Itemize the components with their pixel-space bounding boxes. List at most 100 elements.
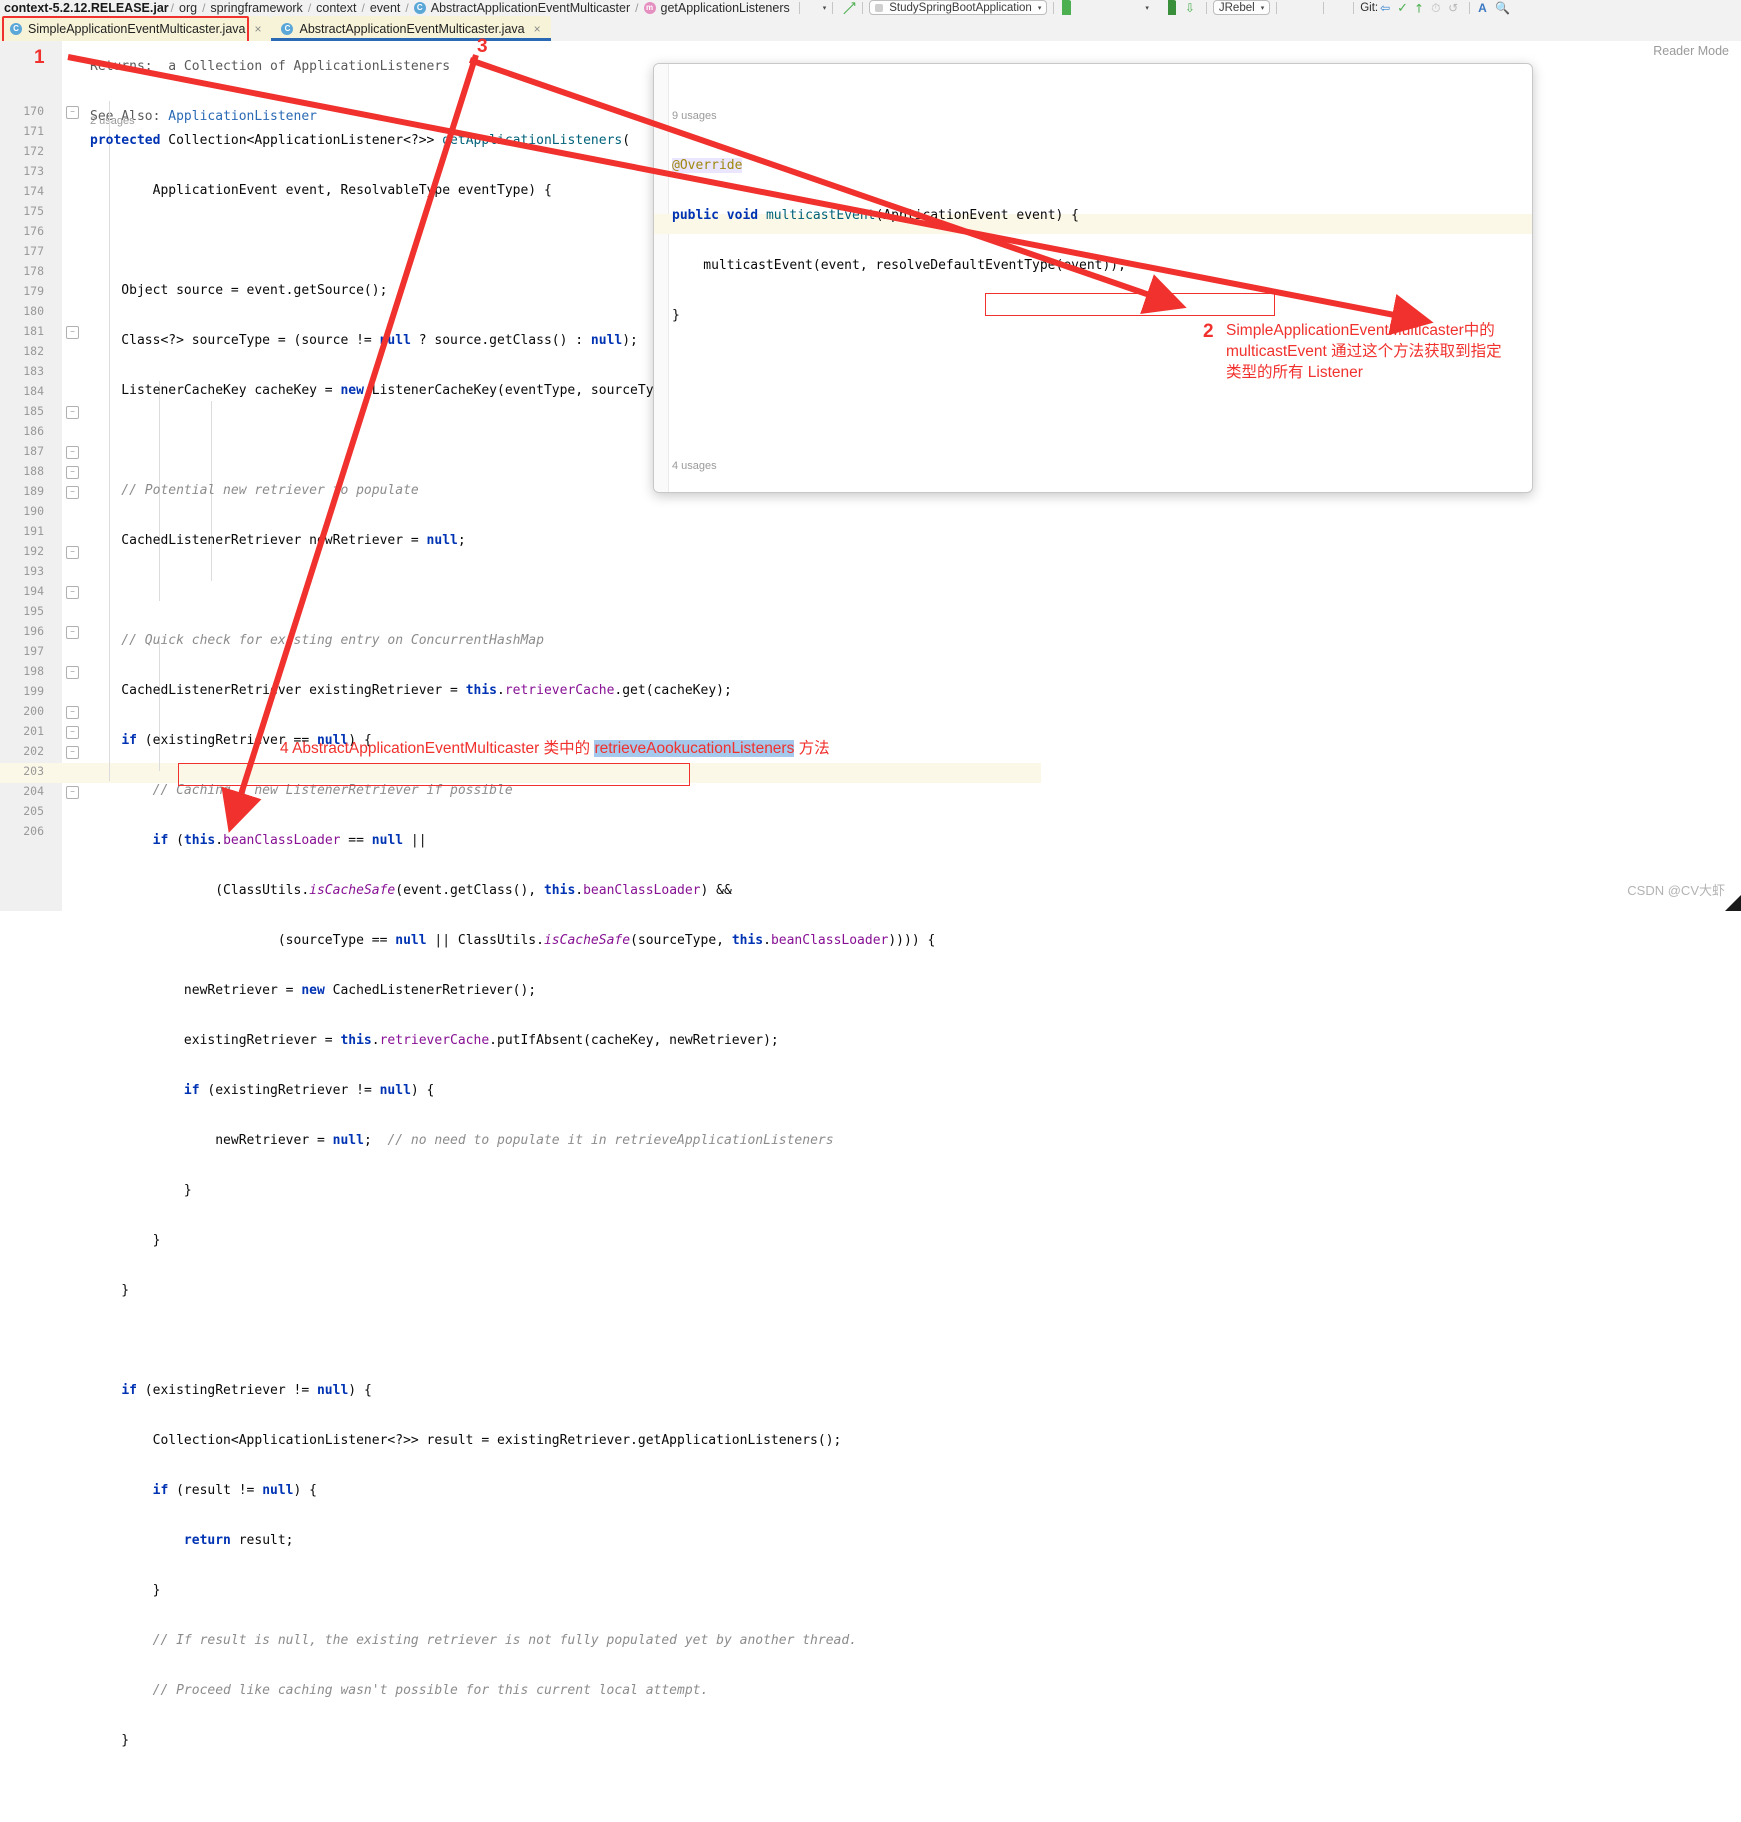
chevron-down-icon: ▾ [1037,4,1042,12]
breadcrumb-item-method[interactable]: m getApplicationListeners [641,1,793,15]
line-number: 175 [23,204,44,218]
line-number: 199 [23,684,44,698]
breadcrumb-item-event[interactable]: event [367,1,404,15]
run-configuration-selector[interactable]: StudySpringBootApplication ▾ [869,0,1048,15]
line-number: 188 [23,464,44,478]
translate-icon[interactable]: A [1478,1,1491,15]
jrebel-console-icon[interactable] [1332,1,1345,14]
annotation-text-4-post: 方法 [794,740,830,757]
toolbar-divider [798,1,800,14]
search-icon[interactable]: 🔍 [1495,1,1510,15]
git-update-icon[interactable]: ⇦ [1380,1,1393,15]
line-number: 195 [23,604,44,618]
fold-marker-icon[interactable]: − [66,626,79,639]
code-line: if (this.beanClassLoader == null || [152,833,427,848]
line-number: 194 [23,584,44,598]
breadcrumb-item-class[interactable]: C AbstractApplicationEventMulticaster [411,1,633,15]
git-rollback-icon[interactable]: ↺ [1448,1,1461,15]
debug-icon[interactable] [1079,1,1092,14]
line-number: 197 [23,644,44,658]
chevron-down-icon[interactable]: ▾ [1145,4,1149,12]
annotation-number-4: 4 [280,740,289,757]
fold-marker-icon[interactable]: − [66,666,79,679]
breadcrumb-separator: / [307,0,312,15]
line-number: 174 [23,184,44,198]
close-icon[interactable]: × [534,22,541,36]
popup-usages-hint-1[interactable]: 9 usages [672,106,1408,126]
fold-marker-icon[interactable]: − [66,406,79,419]
code-line: newRetriever = new CachedListenerRetriev… [90,983,537,998]
jrebel-run-icon[interactable] [1151,1,1164,14]
annotation-text-4-pre: AbstractApplicationEventMulticaster 类中的 [292,740,595,757]
build-hammer-icon[interactable]: ⟶ [838,0,860,15]
git-label: Git: [1360,1,1379,14]
annotation-text-2: SimpleApplicationEventMulticaster中的 mult… [1226,320,1556,383]
fold-marker-icon[interactable]: − [66,546,79,559]
line-number: 186 [23,424,44,438]
line-number: 178 [23,264,44,278]
attach-process-icon[interactable]: ⇩ [1185,1,1198,15]
class-icon: C [413,1,426,14]
chevron-down-icon[interactable]: ▾ [823,4,827,12]
jrebel-selector[interactable]: JRebel ▾ [1212,0,1271,15]
breadcrumb-jar[interactable]: context-5.2.12.RELEASE.jar [0,1,169,15]
breadcrumb-item-org[interactable]: org [176,1,200,15]
line-number: 204 [23,784,44,798]
fold-marker-icon[interactable]: − [66,586,79,599]
breadcrumb-separator: / [170,0,174,15]
fold-marker-icon[interactable]: − [66,706,79,719]
line-number: 180 [23,304,44,318]
breadcrumb-separator: / [635,0,639,15]
code-line: } [90,1283,130,1298]
run-icon[interactable] [1062,0,1075,15]
popup-code-text[interactable]: 9 usages @Override public void multicast… [672,76,1408,492]
fold-marker-icon[interactable]: − [66,466,79,479]
profile-icon[interactable] [1113,1,1126,14]
git-history-icon[interactable]: ⏱ [1431,1,1444,15]
git-push-icon[interactable]: ↗ [1410,0,1427,15]
reader-mode-label[interactable]: Reader Mode [1653,44,1729,58]
popup-usages-hint-2[interactable]: 4 usages [672,456,1408,476]
line-number: 179 [23,284,44,298]
breadcrumb-separator: / [361,0,365,15]
line-number: 181 [23,324,44,338]
toolbar-divider [1469,1,1471,14]
pause-icon[interactable] [1302,1,1315,14]
stop-icon[interactable] [1285,1,1298,14]
run-with-coverage-icon[interactable] [1096,1,1109,14]
fold-marker-icon[interactable]: − [66,326,79,339]
fold-marker-icon[interactable]: − [66,486,79,499]
method-icon: m [643,1,656,14]
breadcrumb-item-springframework[interactable]: springframework [207,1,305,15]
code-line: (sourceType == null || ClassUtils.isCach… [90,933,936,948]
jrebel-debug-icon[interactable] [1167,0,1181,15]
git-commit-icon[interactable]: ✓ [1397,1,1410,14]
method-preview-popup[interactable]: 9 usages @Override public void multicast… [653,63,1533,493]
annotation-text-4-highlight: retrieveAookucationListeners [594,740,795,757]
line-number: 182 [23,344,44,358]
code-line: multicastEvent(event, resolveDefaultEven… [672,258,1126,273]
rerun-icon[interactable] [1130,1,1143,14]
jrebel-label: JRebel [1218,1,1255,14]
fold-marker-icon[interactable]: − [66,786,79,799]
fold-marker-icon[interactable]: − [66,106,79,119]
line-number: 171 [23,124,44,138]
code-line: return result; [183,1533,294,1548]
profiler-icon[interactable] [808,1,821,14]
chevron-down-icon: ▾ [1260,4,1265,12]
line-number: 203 [23,764,44,778]
line-number: 201 [23,724,44,738]
fold-marker-icon[interactable]: − [66,746,79,759]
toolbar-divider [1353,1,1355,14]
line-number: 205 [23,804,44,818]
javadoc-returns: Returns: a Collection of ApplicationList… [90,59,451,74]
fold-marker-icon[interactable]: − [66,446,79,459]
line-number: 184 [23,384,44,398]
line-number: 193 [23,564,44,578]
run-config-icon [875,3,884,12]
fold-marker-icon[interactable]: − [66,726,79,739]
breadcrumb-item-context[interactable]: context [313,1,359,15]
toolbar-divider [862,1,864,14]
line-number: 177 [23,244,44,258]
